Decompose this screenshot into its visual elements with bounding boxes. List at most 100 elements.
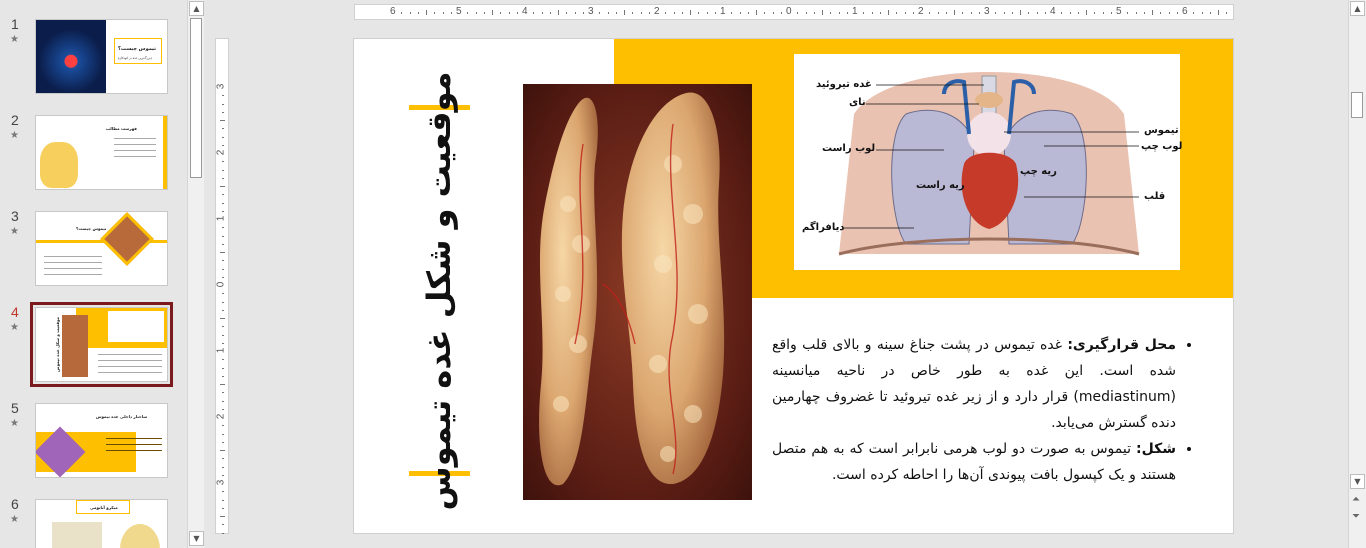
ruler-label: 1 [215,215,227,222]
ruler-tick [756,10,757,15]
ruler-tick [222,507,224,509]
label-right-lobe: لوب راست [822,143,876,154]
ruler-tick [813,12,815,14]
ruler-label: 1 [720,6,726,17]
ruler-tick [541,12,543,14]
ruler-tick [896,12,898,14]
ruler-tick [1102,12,1104,14]
slide-body-text[interactable]: محل قرارگیری: غده تیموس در پشت جناغ سینه… [772,332,1192,488]
ruler-tick [222,144,224,146]
ruler-tick [222,524,224,526]
ruler-tick [574,12,576,14]
slide-scrollbar[interactable]: ▲ ▼ ⏶ ⏷ [1348,0,1366,548]
ruler-tick [222,499,224,501]
ruler-tick [632,12,634,14]
ruler-label: 3 [588,6,594,17]
ruler-tick [714,12,716,14]
thorax-anatomy-diagram[interactable]: غده تیروئید نای لوب راست دیافراگم تیموس … [794,54,1183,270]
scrollbar-thumb[interactable] [1351,92,1363,118]
thymus-gland-photo[interactable] [523,84,752,500]
ruler-tick [731,12,733,14]
ruler-tick [1086,10,1087,15]
scroll-down-icon[interactable]: ▼ [189,531,204,546]
label-left-lung: ریه چپ [1020,166,1057,177]
scroll-down-icon[interactable]: ▼ [1350,474,1365,489]
ruler-label: 0 [786,6,792,17]
ruler-tick [467,12,469,14]
slide-title[interactable]: موقعیت و شکل غده تیموس [420,72,458,511]
ruler-tick [1193,12,1195,14]
ruler-tick [747,12,749,14]
scrollbar-thumb[interactable] [190,18,202,178]
ruler-tick [1127,12,1129,14]
slide-thumbnail-1[interactable]: تیموس چیست؟ (بزرگ‌ترین غده در کودکان) [35,19,168,94]
thumbnail-scrollbar[interactable]: ▲ ▼ [187,0,204,548]
ruler-tick [222,367,224,369]
slide-thumbnail-6[interactable]: میکرو آناتومی [35,499,168,548]
ruler-tick [1176,12,1178,14]
ruler-tick [222,392,224,394]
ruler-tick [222,235,224,237]
ruler-tick [220,516,225,517]
slide-thumbnail-2[interactable]: فهرست مطالب [35,115,168,190]
slide-canvas[interactable]: موقعیت و شکل غده تیموس غده تیروئید نای ل… [353,38,1234,534]
ruler-tick [1218,10,1219,15]
next-slide-icon[interactable]: ⏷ [1352,511,1360,522]
ruler-tick [1201,12,1203,14]
ruler-tick [220,318,225,319]
ruler-tick [222,334,224,336]
ruler-tick [937,12,939,14]
ruler-tick [797,12,799,14]
ruler-tick [1143,12,1145,14]
slide-thumbnail-3[interactable]: تیموس چیست؟ [35,211,168,286]
ruler-tick [1036,12,1038,14]
ruler-tick [222,433,224,435]
slide-thumbnail-4[interactable]: موقعیت و شکل غده تیموس [30,302,173,387]
ruler-tick [401,12,403,14]
scroll-up-icon[interactable]: ▲ [189,1,204,16]
ruler-label: 2 [215,149,227,156]
ruler-tick [222,425,224,427]
ruler-tick [1011,12,1013,14]
label-heart: قلب [1144,191,1166,202]
ruler-tick [222,161,224,163]
ruler-tick [222,128,224,130]
ruler-tick [1226,12,1228,14]
slide-thumbnail-5[interactable]: ساختار داخلی غده تیموس [35,403,168,478]
ruler-tick [442,12,444,14]
thumb-image [36,20,106,93]
ruler-tick [222,400,224,402]
ruler-tick [220,186,225,187]
label-thymus: تیموس [1144,125,1179,136]
bullet-location: محل قرارگیری: غده تیموس در پشت جناغ سینه… [772,332,1176,436]
bullet-shape: شکل: تیموس به صورت دو لوب هرمی نابرابر ا… [772,436,1176,488]
ruler-tick [500,12,502,14]
bullet-text: تیموس به صورت دو لوب هرمی نابرابر است که… [772,441,1176,483]
ruler-tick [954,10,955,15]
ruler-tick [566,12,568,14]
thumb-subtitle: (بزرگ‌ترین غده در کودکان) [118,56,152,60]
ruler-tick [706,12,708,14]
ruler-tick [863,12,865,14]
ruler-tick [1044,12,1046,14]
scroll-up-icon[interactable]: ▲ [1350,1,1365,16]
ruler-tick [220,450,225,451]
label-left-lobe: لوب چپ [1141,141,1183,152]
ruler-tick [912,12,914,14]
ruler-tick [222,268,224,270]
ruler-tick [1028,12,1030,14]
ruler-tick [995,12,997,14]
ruler-tick [690,10,691,15]
ruler-tick [222,532,224,534]
ruler-label: 6 [390,6,396,17]
ruler-tick [822,10,823,15]
label-diaphragm: دیافراگم [802,222,845,233]
ruler-label: 4 [522,6,528,17]
ruler-tick [1152,10,1153,15]
previous-slide-icon[interactable]: ⏶ [1352,494,1360,505]
ruler-tick [1209,12,1211,14]
ruler-label: 4 [1050,6,1056,17]
ruler-tick [681,12,683,14]
ruler-label: 3 [215,83,227,90]
ruler-tick [1020,10,1021,15]
